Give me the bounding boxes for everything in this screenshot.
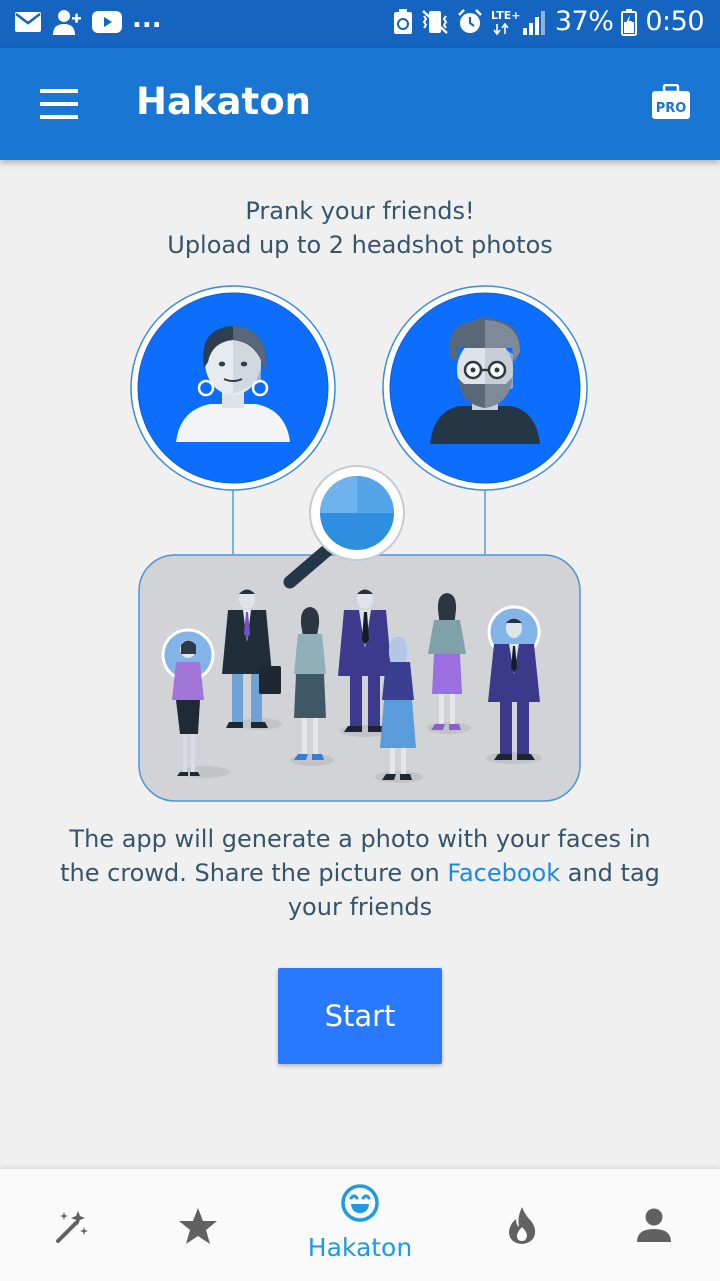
woman-avatar [130, 285, 336, 491]
vibrate-icon [421, 9, 448, 34]
add-contact-icon [53, 10, 81, 35]
app-title: Hakaton [136, 80, 311, 123]
battery-percent: 37% [554, 6, 614, 37]
battery-icon [621, 8, 638, 36]
nav-label-hakaton: Hakaton [307, 1233, 413, 1262]
man-avatar [382, 285, 588, 491]
intro-line-2: Upload up to 2 headshot photos [167, 231, 553, 259]
description-text: The app will generate a photo with your … [50, 822, 670, 924]
star-icon [179, 1208, 217, 1244]
intro-line-1: Prank your friends! [245, 197, 475, 225]
intro-text: Prank your friends! Upload up to 2 heads… [0, 194, 720, 262]
svg-text:LTE+: LTE+ [491, 9, 520, 22]
crowd-illustration [130, 285, 588, 802]
start-button[interactable]: Start [278, 968, 442, 1064]
status-bar: ... LTE+ 37% 0:50 [0, 0, 720, 48]
recycle-icon [393, 8, 412, 34]
status-time: 0:50 [645, 6, 704, 37]
status-left: ... [14, 4, 162, 36]
magic-wand-icon [56, 1211, 88, 1243]
pro-briefcase-icon: PRO [652, 83, 690, 119]
mail-icon [15, 12, 41, 32]
status-overflow: ... [132, 4, 162, 34]
flame-icon [509, 1207, 536, 1244]
pro-button[interactable]: PRO [652, 83, 694, 124]
status-right: LTE+ 37% 0:50 [393, 6, 704, 37]
nav-item-magic[interactable] [0, 1169, 144, 1281]
signal-icon: LTE+ [491, 9, 545, 35]
nav-item-favorites[interactable] [126, 1169, 270, 1281]
hamburger-menu-icon [40, 89, 78, 119]
nav-item-profile[interactable] [582, 1169, 720, 1281]
smiley-icon [341, 1184, 379, 1222]
nav-item-hot[interactable] [450, 1169, 594, 1281]
menu-button[interactable] [30, 78, 88, 130]
pro-badge-text: PRO [656, 101, 687, 116]
nav-item-hakaton[interactable]: Hakaton [288, 1169, 432, 1281]
alarm-icon [457, 8, 482, 33]
person-icon [637, 1208, 671, 1242]
bottom-nav: Hakaton [0, 1168, 720, 1281]
app-bar: Hakaton PRO [0, 48, 720, 160]
youtube-icon [92, 11, 122, 33]
facebook-link[interactable]: Facebook [447, 859, 560, 887]
